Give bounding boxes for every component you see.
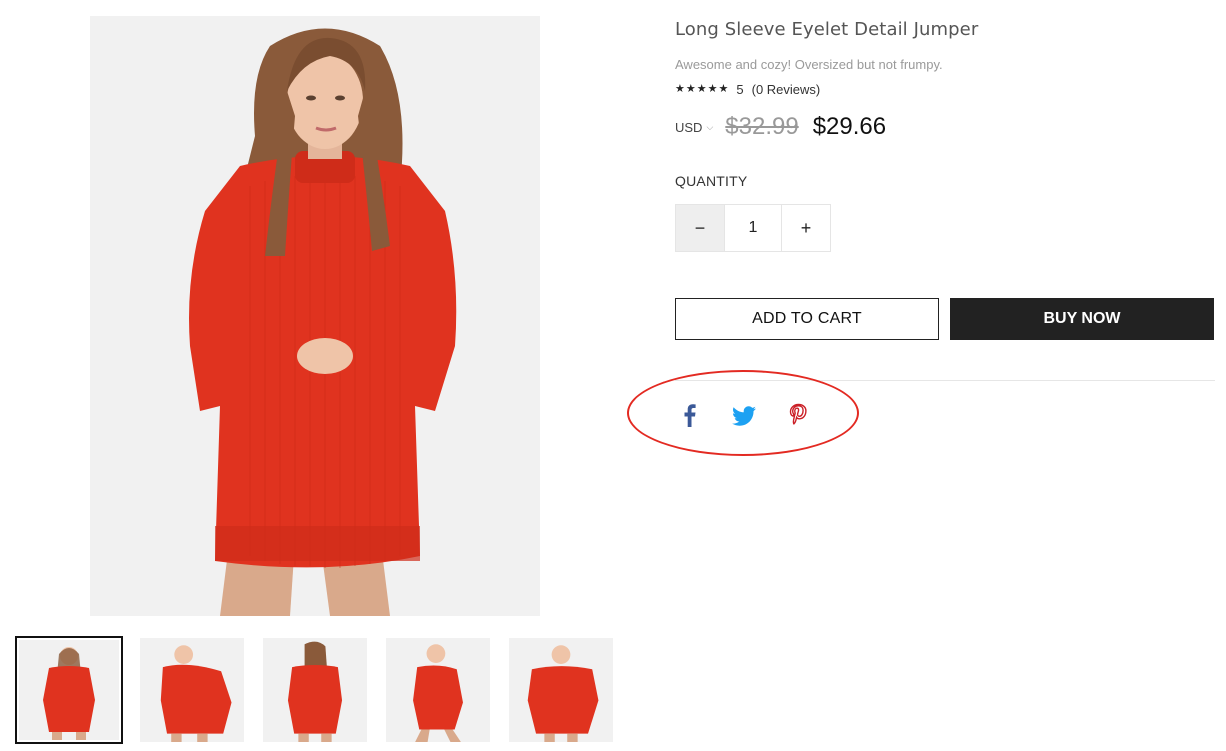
star-icon: ★: [696, 83, 707, 95]
buy-now-button[interactable]: BUY NOW: [950, 298, 1214, 340]
thumbnail-4[interactable]: [386, 638, 490, 742]
thumbnail-image: [19, 640, 119, 740]
thumbnail-1[interactable]: [15, 636, 123, 744]
star-icon: ★: [675, 83, 685, 95]
twitter-share-link[interactable]: [730, 400, 758, 430]
product-subtitle: Awesome and cozy! Oversized but not frum…: [675, 57, 943, 72]
add-to-cart-button[interactable]: ADD TO CART: [675, 298, 939, 340]
product-rating[interactable]: ★ ★ ★ ★ ★ 5 (0 Reviews): [675, 82, 820, 97]
currency-selector[interactable]: USD ⌵: [675, 120, 713, 135]
price-row: USD ⌵ $32.99 $29.66: [675, 113, 886, 141]
thumbnail-3[interactable]: [263, 638, 367, 742]
thumbnail-image: [263, 638, 367, 742]
product-main-image[interactable]: [90, 16, 540, 616]
star-icon: ★: [718, 83, 729, 95]
twitter-icon: [732, 406, 756, 426]
reviews-count[interactable]: (0 Reviews): [752, 82, 821, 97]
product-title: Long Sleeve Eyelet Detail Jumper: [675, 19, 979, 40]
sale-price: $29.66: [812, 113, 887, 140]
thumbnail-image: [386, 638, 490, 742]
quantity-decrease-button[interactable]: −: [676, 205, 724, 251]
thumbnail-strip: [15, 636, 615, 744]
original-price: $32.99: [725, 113, 799, 140]
social-share: [676, 400, 812, 430]
quantity-stepper: − 1 +: [675, 204, 831, 252]
rating-value: 5: [736, 82, 744, 97]
thumbnail-image: [509, 638, 613, 742]
divider: [675, 380, 1215, 381]
star-icon: ★: [707, 83, 718, 95]
model-photo: [90, 16, 540, 616]
thumbnail-image: [140, 638, 244, 742]
pinterest-share-link[interactable]: [784, 400, 812, 430]
thumbnail-2[interactable]: [140, 638, 244, 742]
star-icon: ★: [685, 83, 696, 95]
currency-code: USD: [675, 119, 703, 135]
quantity-input[interactable]: 1: [724, 205, 782, 251]
pinterest-icon: [789, 403, 807, 425]
rating-stars: ★ ★ ★ ★ ★: [675, 84, 728, 95]
quantity-label: QUANTITY: [675, 173, 748, 189]
chevron-down-icon: ⌵: [706, 121, 714, 132]
quantity-increase-button[interactable]: +: [782, 205, 830, 251]
facebook-share-link[interactable]: [676, 400, 704, 430]
facebook-icon: [684, 404, 696, 427]
thumbnail-5[interactable]: [509, 638, 613, 742]
